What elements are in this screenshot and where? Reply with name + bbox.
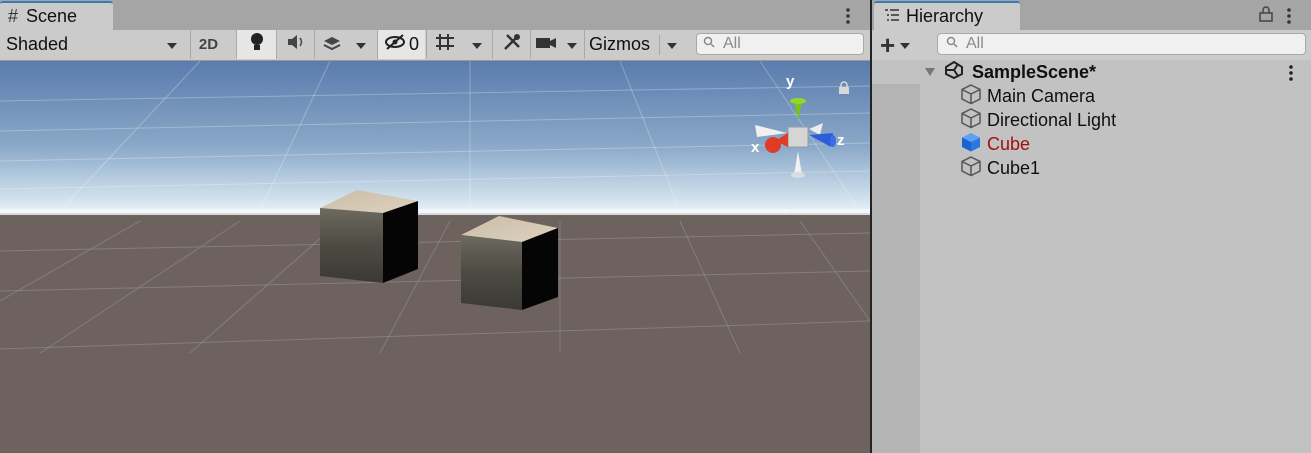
chevron-down-icon (566, 35, 578, 55)
create-dropdown[interactable]: + (880, 31, 922, 59)
hidden-count: 0 (408, 34, 419, 54)
chevron-down-icon (471, 35, 483, 55)
unity-scene-icon (944, 60, 964, 84)
search-icon (946, 35, 960, 53)
gizmo-label-y: y (786, 73, 795, 90)
layers-icon (322, 33, 342, 56)
audio-toggle-button[interactable] (276, 30, 314, 59)
hierarchy-item-label: Cube (987, 133, 1031, 154)
eye-slash-icon (384, 34, 406, 55)
scene-viewport[interactable]: ═ ‹ y x z (0, 61, 870, 453)
hierarchy-item-directional-light[interactable]: Directional Light (960, 107, 1117, 134)
scene-search-placeholder: All (723, 35, 741, 52)
hash-icon: # (8, 6, 19, 26)
tab-scene[interactable]: # Scene (0, 1, 113, 30)
lightbulb-icon (249, 32, 265, 57)
cube1-object[interactable] (461, 216, 558, 310)
grid-icon (434, 32, 456, 57)
tab-scene-label: Scene (26, 6, 78, 26)
speaker-icon (286, 34, 306, 55)
grid-dropdown[interactable] (426, 30, 490, 59)
scene-name: SampleScene* (972, 61, 1097, 82)
2d-label: 2D (198, 36, 219, 53)
search-icon (703, 35, 717, 53)
scene-kebab-icon[interactable] (1286, 64, 1296, 87)
gizmos-dropdown[interactable]: Gizmos (584, 30, 684, 59)
gizmos-label: Gizmos (589, 34, 651, 54)
svg-text:═ ‹: ═ ‹ (769, 202, 789, 218)
scene-menu-kebab-icon[interactable] (843, 6, 853, 26)
add-icon: + (880, 30, 896, 60)
draw-mode-dropdown[interactable]: Shaded (0, 30, 184, 59)
hierarchy-search-placeholder: All (966, 35, 984, 52)
triangle-down-icon[interactable] (924, 62, 936, 82)
tools-icon (502, 32, 522, 57)
tools-button[interactable] (492, 30, 530, 59)
draw-mode-label: Shaded (6, 34, 69, 54)
gameobject-cube-icon (960, 155, 982, 182)
tab-hierarchy[interactable]: Hierarchy (874, 1, 1020, 30)
hierarchy-item-cube[interactable]: Cube (960, 132, 1030, 156)
hierarchy-menu-kebab-icon[interactable] (1284, 6, 1294, 31)
hierarchy-item-label: Main Camera (987, 85, 1096, 106)
orientation-gizmo[interactable]: y x z (745, 73, 855, 185)
chevron-down-icon (355, 35, 367, 55)
camera-icon (535, 35, 557, 55)
hidden-objects-toggle[interactable]: 0 (377, 30, 425, 59)
effects-dropdown[interactable] (314, 30, 374, 59)
2d-toggle-button[interactable]: 2D (190, 30, 226, 59)
hierarchy-item-label: Directional Light (987, 109, 1117, 130)
chevron-down-icon (659, 34, 678, 55)
chevron-down-icon (166, 35, 178, 55)
chevron-down-icon (899, 35, 911, 55)
hierarchy-item-label: Cube1 (987, 157, 1041, 178)
scene-search-input[interactable]: All (696, 33, 864, 55)
cube-object[interactable] (320, 190, 418, 283)
gizmo-label-z: z (837, 132, 845, 149)
hierarchy-indent-gutter (872, 84, 920, 453)
lock-icon[interactable] (1259, 6, 1273, 27)
hierarchy-item-cube1[interactable]: Cube1 (960, 155, 1041, 182)
scene-row[interactable]: SampleScene* (872, 60, 1311, 84)
gameobject-cube-icon (960, 83, 982, 110)
list-icon (884, 7, 900, 27)
hierarchy-search-input[interactable]: All (937, 33, 1306, 55)
tab-hierarchy-label: Hierarchy (906, 6, 984, 26)
hierarchy-item-main-camera[interactable]: Main Camera (960, 83, 1096, 110)
gameobject-cube-icon (960, 107, 982, 134)
gizmo-label-x: x (751, 139, 760, 156)
scene-tab-bar (0, 0, 870, 30)
lighting-toggle-button[interactable] (236, 30, 276, 59)
camera-dropdown[interactable] (530, 30, 582, 59)
gameobject-cube-selected-icon (960, 131, 982, 158)
